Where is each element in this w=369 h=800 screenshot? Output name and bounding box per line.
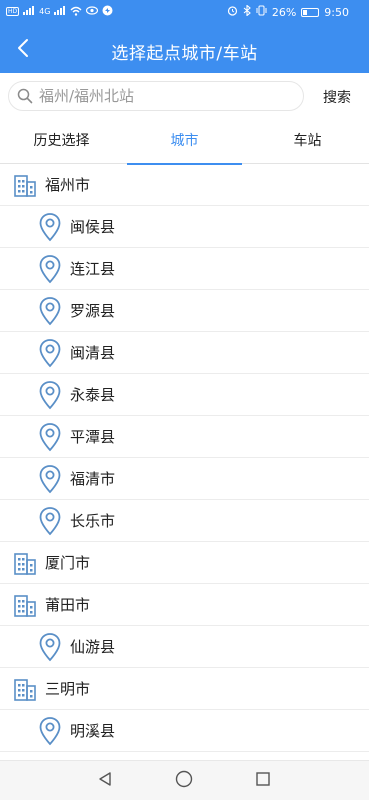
triangle-back-icon bbox=[97, 771, 113, 791]
county-row[interactable]: 闽清县 bbox=[0, 332, 369, 374]
row-label: 明溪县 bbox=[70, 722, 116, 740]
signal-icon-2 bbox=[54, 6, 66, 17]
city-row[interactable]: 莆田市 bbox=[0, 584, 369, 626]
location-pin-icon bbox=[38, 296, 62, 326]
location-pin-icon bbox=[38, 212, 62, 242]
county-row[interactable]: 福清市 bbox=[0, 458, 369, 500]
status-left: HD 4G bbox=[6, 5, 113, 18]
bluetooth-icon bbox=[243, 4, 251, 19]
page-title: 选择起点城市/车站 bbox=[111, 44, 258, 64]
building-icon bbox=[12, 677, 38, 701]
row-label: 闽侯县 bbox=[70, 218, 116, 236]
row-label: 仙游县 bbox=[70, 638, 116, 656]
nav-back-button[interactable] bbox=[95, 771, 115, 791]
building-icon bbox=[12, 551, 38, 575]
nav-home-button[interactable] bbox=[174, 770, 194, 792]
location-pin-icon bbox=[38, 338, 62, 368]
hd-chip: HD bbox=[6, 7, 20, 16]
tab-history[interactable]: 历史选择 bbox=[0, 119, 123, 164]
eye-icon bbox=[86, 6, 99, 17]
search-box[interactable] bbox=[8, 81, 304, 111]
tab-station[interactable]: 车站 bbox=[246, 119, 369, 164]
row-label: 罗源县 bbox=[70, 302, 116, 320]
network-label: 4G bbox=[39, 7, 51, 16]
building-icon bbox=[12, 173, 38, 197]
county-row[interactable]: 长乐市 bbox=[0, 500, 369, 542]
vibrate-icon bbox=[256, 5, 267, 19]
app-notification-icon bbox=[102, 5, 113, 18]
row-label: 三明市 bbox=[45, 680, 91, 698]
city-row[interactable]: 福州市 bbox=[0, 164, 369, 206]
battery-icon bbox=[301, 7, 320, 17]
row-label: 莆田市 bbox=[45, 596, 91, 614]
city-row[interactable]: 厦门市 bbox=[0, 542, 369, 584]
row-label: 福清市 bbox=[70, 470, 116, 488]
row-label: 平潭县 bbox=[70, 428, 116, 446]
search-row: 搜索 bbox=[0, 73, 369, 119]
row-label: 永泰县 bbox=[70, 386, 116, 404]
nav-recents-button[interactable] bbox=[253, 771, 273, 791]
status-bar: HD 4G 26% 9:50 bbox=[0, 0, 369, 27]
county-row[interactable]: 明溪县 bbox=[0, 710, 369, 752]
location-pin-icon bbox=[38, 380, 62, 410]
signal-icon bbox=[23, 6, 35, 17]
search-input[interactable] bbox=[39, 87, 279, 105]
row-label: 福州市 bbox=[45, 176, 91, 194]
county-row[interactable]: 闽侯县 bbox=[0, 206, 369, 248]
county-row[interactable]: 平潭县 bbox=[0, 416, 369, 458]
building-icon bbox=[12, 593, 38, 617]
location-pin-icon bbox=[38, 716, 62, 746]
circle-home-icon bbox=[175, 770, 193, 792]
square-recents-icon bbox=[255, 771, 271, 791]
location-pin-icon bbox=[38, 254, 62, 284]
top-bar: HD 4G 26% 9:50 选择起点城市/车站 bbox=[0, 0, 369, 73]
search-button[interactable]: 搜索 bbox=[323, 87, 351, 107]
location-pin-icon bbox=[38, 632, 62, 662]
county-row[interactable]: 永泰县 bbox=[0, 374, 369, 416]
battery-percent: 26% bbox=[271, 5, 297, 19]
row-label: 连江县 bbox=[70, 260, 116, 278]
location-pin-icon bbox=[38, 506, 62, 536]
row-label: 长乐市 bbox=[70, 512, 116, 530]
wifi-icon bbox=[70, 6, 82, 18]
system-nav-bar bbox=[0, 760, 369, 800]
location-pin-icon bbox=[38, 464, 62, 494]
city-row[interactable]: 三明市 bbox=[0, 668, 369, 710]
row-label: 闽清县 bbox=[70, 344, 116, 362]
nav-bar: 选择起点城市/车站 bbox=[0, 27, 369, 73]
county-row[interactable]: 连江县 bbox=[0, 248, 369, 290]
alarm-icon bbox=[227, 5, 238, 19]
county-row[interactable]: 仙游县 bbox=[0, 626, 369, 668]
search-icon bbox=[17, 88, 33, 104]
location-pin-icon bbox=[38, 422, 62, 452]
row-label: 厦门市 bbox=[45, 554, 91, 572]
tab-city[interactable]: 城市 bbox=[127, 119, 242, 165]
status-time: 9:50 bbox=[324, 5, 349, 19]
city-list: 福州市闽侯县连江县罗源县闽清县永泰县平潭县福清市长乐市厦门市莆田市仙游县三明市明… bbox=[0, 164, 369, 760]
tab-bar: 历史选择 城市 车站 bbox=[0, 119, 369, 165]
county-row[interactable]: 罗源县 bbox=[0, 290, 369, 332]
status-right: 26% 9:50 bbox=[227, 4, 349, 19]
